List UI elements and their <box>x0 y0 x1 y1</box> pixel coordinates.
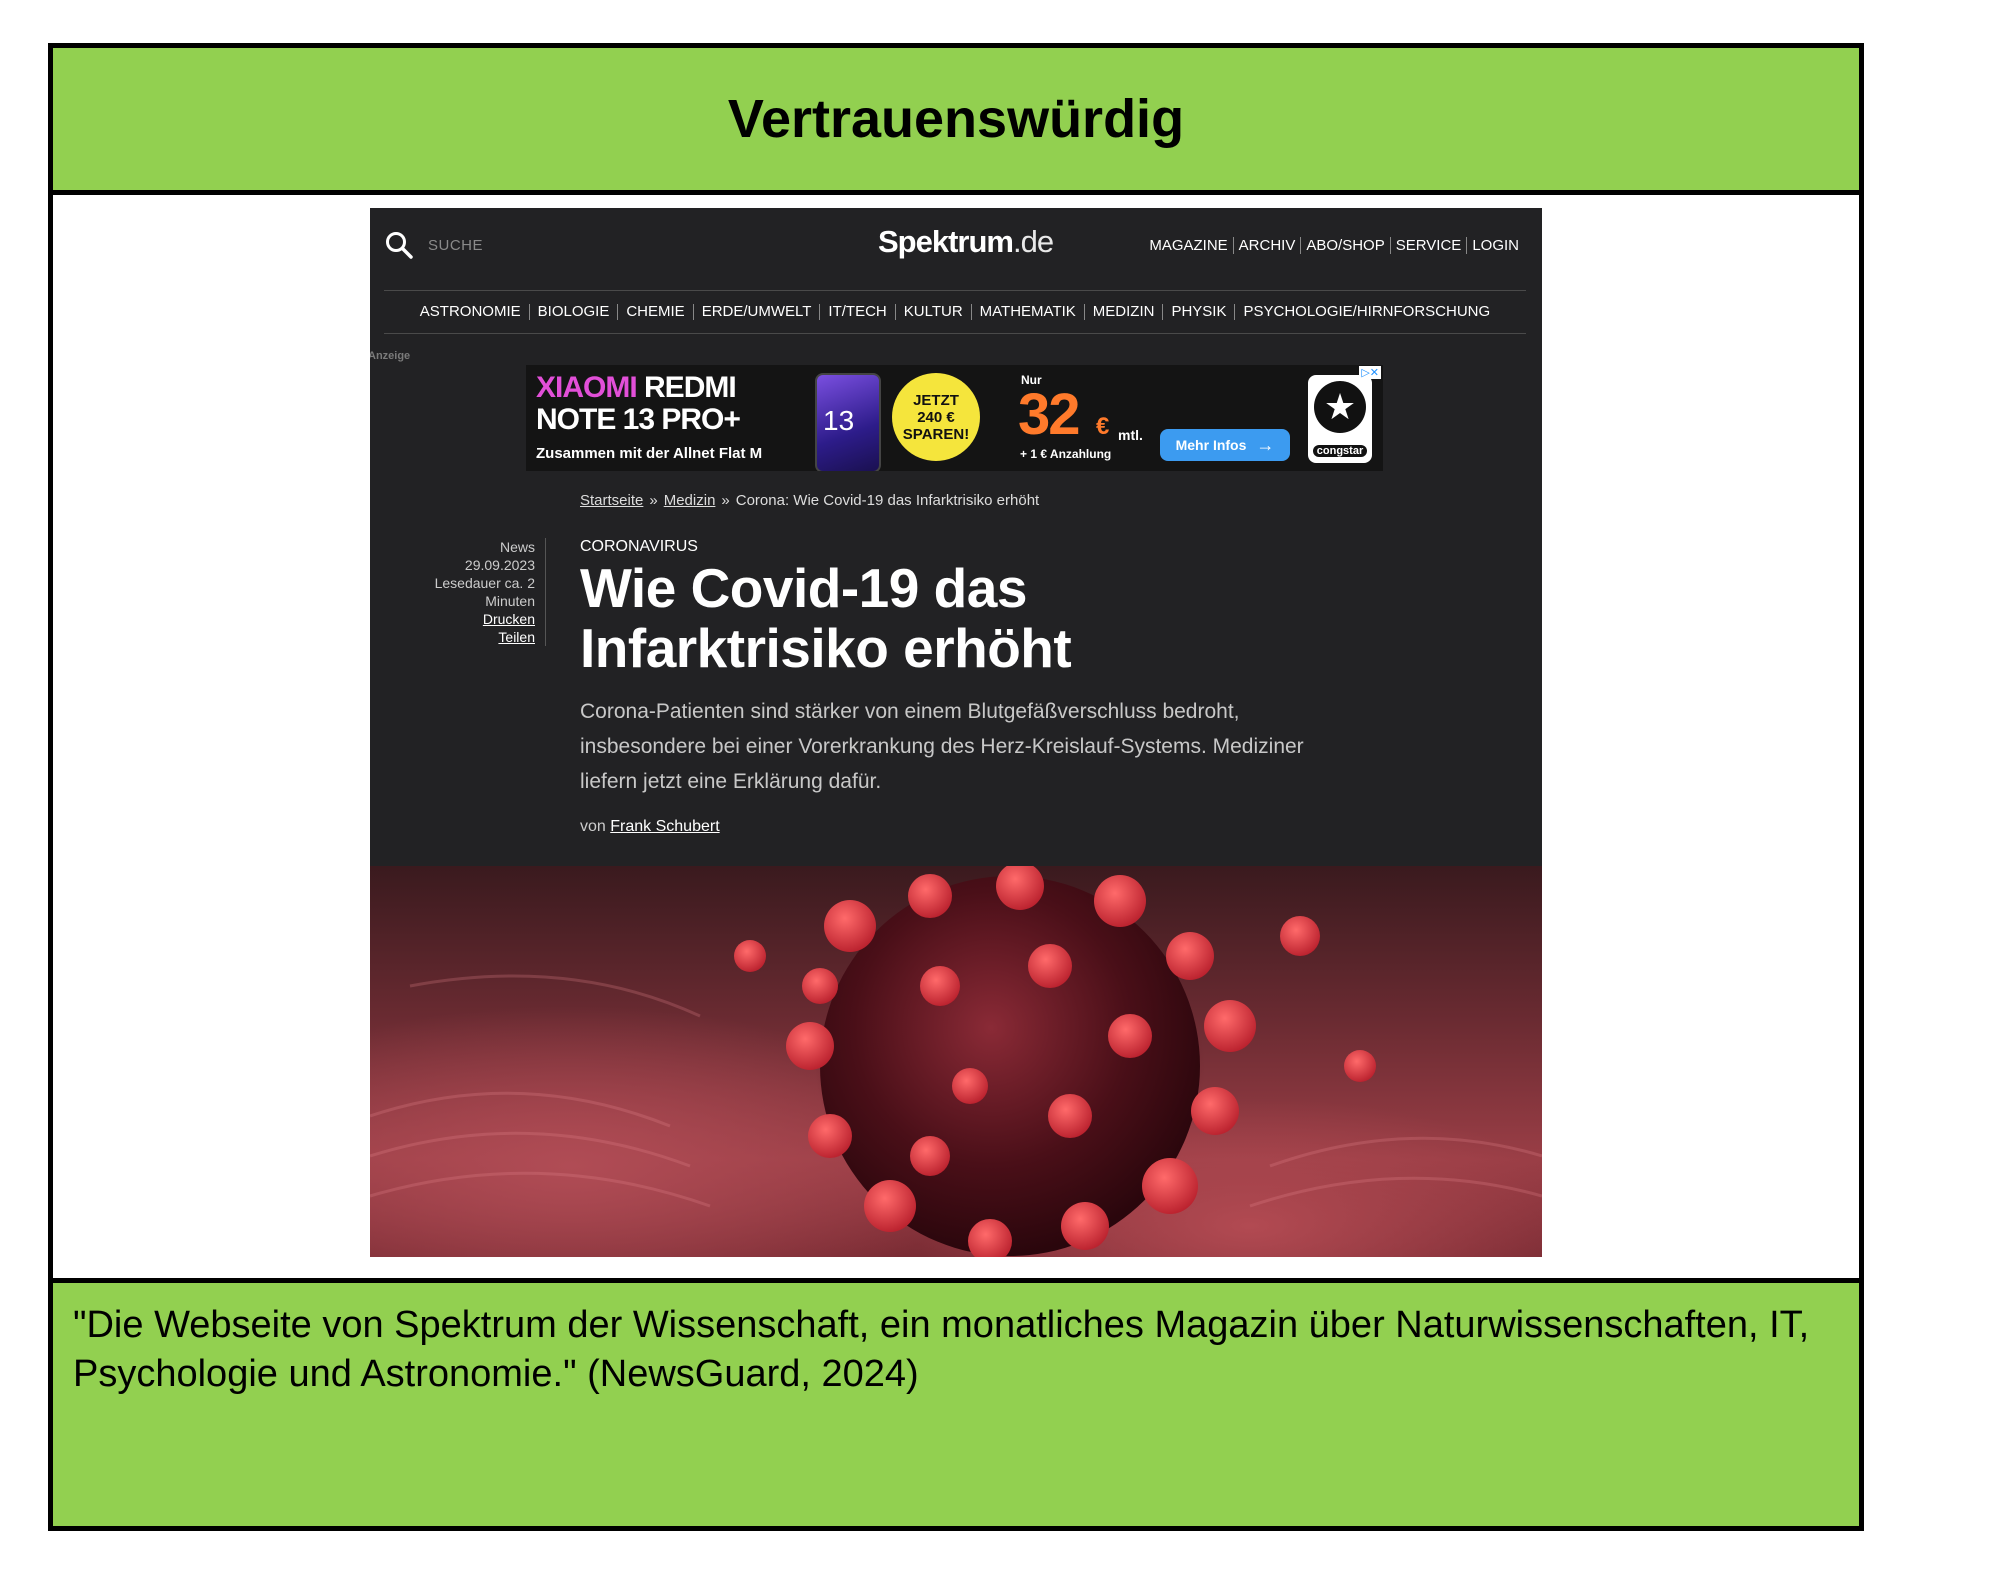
breadcrumb-separator: » <box>649 492 658 509</box>
ad-phone-number: 13 <box>823 405 855 436</box>
meta-reading-time-unit: Minuten <box>485 593 535 609</box>
nav-service[interactable]: SERVICE <box>1389 237 1467 254</box>
top-nav: MAGAZINE ARCHIV ABO/SHOP SERVICE LOGIN <box>1144 237 1524 254</box>
ad-badge-line-1: JETZT <box>913 391 959 409</box>
hero-image-virus <box>370 866 1542 1257</box>
congstar-logo: ★ congstar <box>1308 375 1372 463</box>
breadcrumb-current: Corona: Wie Covid-19 das Infarktrisiko e… <box>735 492 1040 509</box>
nav-login[interactable]: LOGIN <box>1466 237 1524 254</box>
rating-header: Vertrauenswürdig <box>53 48 1859 195</box>
ad-brand-redmi: REDMI <box>644 371 737 404</box>
category-kultur[interactable]: KULTUR <box>894 304 971 320</box>
ad-brand-xiaomi: XIAOMI <box>536 371 638 404</box>
congstar-wordmark: congstar <box>1313 445 1367 457</box>
congstar-star-icon: ★ <box>1314 381 1366 433</box>
article-title: Wie Covid-19 das Infarktrisiko erhöht <box>580 557 1072 679</box>
search-icon[interactable] <box>384 230 414 260</box>
rating-title: Vertrauenswürdig <box>727 89 1185 149</box>
category-astronomie[interactable]: ASTRONOMIE <box>412 304 529 320</box>
breadcrumb: Startseite » Medizin » Corona: Wie Covid-19 … <box>580 492 1039 509</box>
category-erde-umwelt[interactable]: ERDE/UMWELT <box>692 304 820 320</box>
ad-badge-line-2: 240 € <box>917 408 955 426</box>
search-input[interactable]: SUCHE <box>428 237 483 254</box>
category-medizin[interactable]: MEDIZIN <box>1083 304 1163 320</box>
category-it-tech[interactable]: IT/TECH <box>819 304 894 320</box>
author-link[interactable]: Frank Schubert <box>610 818 719 835</box>
nav-archiv[interactable]: ARCHIV <box>1232 237 1301 254</box>
breadcrumb-section[interactable]: Medizin <box>664 492 716 509</box>
virus-illustration <box>370 866 1542 1257</box>
website-screenshot: SUCHE Spektrum.de MAGAZINE ARCHIV ABO/SH… <box>370 208 1542 1257</box>
ad-price: 32 <box>1018 382 1080 447</box>
meta-date: 29.09.2023 <box>464 557 535 573</box>
print-link[interactable]: Drucken <box>410 610 535 628</box>
nav-magazine[interactable]: MAGAZINE <box>1144 237 1232 254</box>
category-physik[interactable]: PHYSIK <box>1162 304 1234 320</box>
ad-cta-label: Mehr Infos <box>1175 437 1247 453</box>
breadcrumb-separator: » <box>721 492 730 509</box>
share-link[interactable]: Teilen <box>410 628 535 646</box>
site-topbar: SUCHE Spektrum.de MAGAZINE ARCHIV ABO/SH… <box>370 208 1542 280</box>
meta-type: News <box>499 539 535 555</box>
article-byline: von Frank Schubert <box>580 818 720 836</box>
ad-phone-image: 13 <box>815 373 881 471</box>
ad-label: Anzeige <box>370 350 411 362</box>
ad-savings-badge: JETZT 240 € SPAREN! <box>892 373 980 461</box>
breadcrumb-home[interactable]: Startseite <box>580 492 643 509</box>
article-lead: Corona-Patienten sind stärker von einem … <box>580 700 1304 793</box>
ad-model: NOTE 13 PRO+ <box>536 403 741 436</box>
nav-abo-shop[interactable]: ABO/SHOP <box>1300 237 1389 254</box>
site-logo[interactable]: Spektrum.de <box>878 224 1054 260</box>
ad-currency: € <box>1096 413 1110 440</box>
ad-per-month: mtl. <box>1118 427 1143 443</box>
arrow-right-icon: → <box>1256 434 1275 455</box>
article-meta: News 29.09.2023 Lesedauer ca. 2 Minuten … <box>410 538 546 646</box>
category-chemie[interactable]: CHEMIE <box>617 304 692 320</box>
logo-main: Spektrum <box>878 224 1014 259</box>
ad-brand: XIAOMI REDMI <box>536 371 737 405</box>
byline-prefix: von <box>580 818 606 835</box>
category-psychologie[interactable]: PSYCHOLOGIE/HIRNFORSCHUNG <box>1234 304 1498 320</box>
category-biologie[interactable]: BIOLOGIE <box>528 304 618 320</box>
logo-tld: .de <box>1012 224 1054 259</box>
article-kicker: CORONAVIRUS <box>580 538 698 555</box>
meta-reading-time: Lesedauer ca. 2 <box>434 575 535 591</box>
rating-quote: "Die Webseite von Spektrum der Wissensch… <box>73 1304 1810 1395</box>
category-nav: ASTRONOMIE BIOLOGIE CHEMIE ERDE/UMWELT I… <box>384 290 1526 334</box>
ad-badge-line-3: SPAREN! <box>902 425 970 443</box>
ad-more-info-button[interactable]: Mehr Infos → <box>1160 429 1290 461</box>
rating-footer: "Die Webseite von Spektrum der Wissensch… <box>53 1278 1859 1526</box>
adchoices-icon[interactable]: ▷✕ <box>1359 366 1381 379</box>
ad-down-payment: + 1 € Anzahlung <box>1020 447 1112 461</box>
ad-tagline: Zusammen mit der Allnet Flat M <box>536 445 763 462</box>
category-mathematik[interactable]: MATHEMATIK <box>970 304 1084 320</box>
ad-banner[interactable]: XIAOMI REDMI NOTE 13 PRO+ Zusammen mit d… <box>526 365 1383 471</box>
